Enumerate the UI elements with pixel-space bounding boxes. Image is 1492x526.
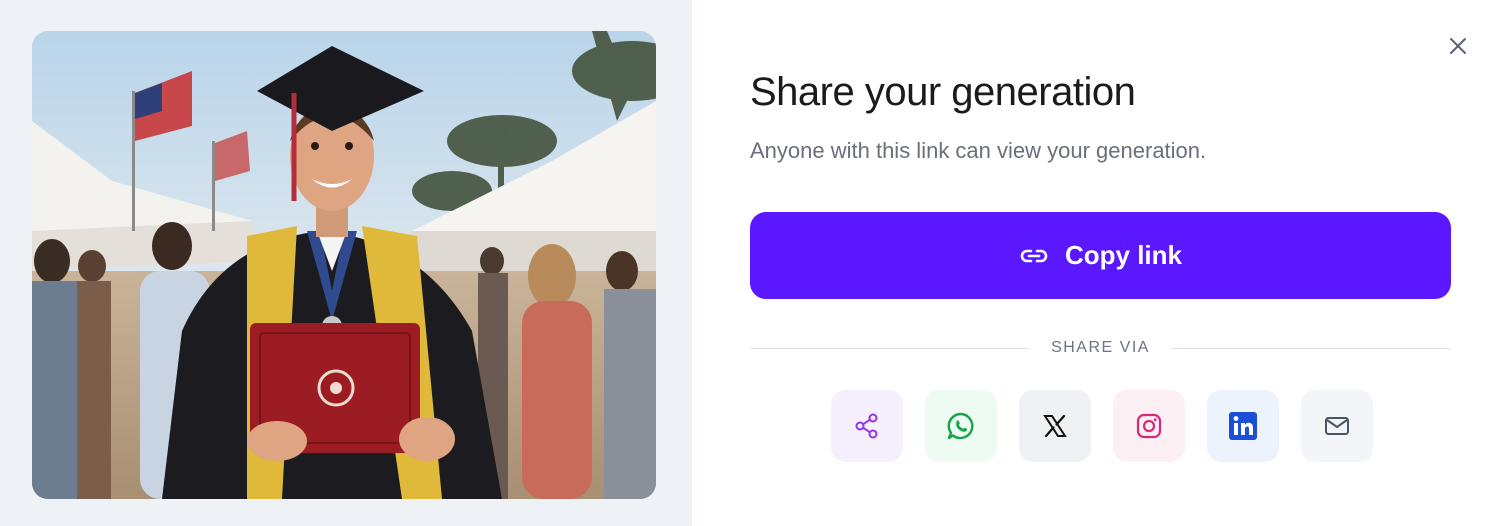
close-button[interactable] <box>1446 34 1470 58</box>
whatsapp-button[interactable] <box>925 390 997 462</box>
share-panel: Share your generation Anyone with this l… <box>692 0 1492 526</box>
mail-icon <box>1325 417 1349 435</box>
copy-link-button[interactable]: Copy link <box>750 212 1451 299</box>
share-via-divider: SHARE VIA <box>750 336 1452 360</box>
link-icon <box>1020 249 1048 262</box>
preview-pane <box>0 0 692 526</box>
instagram-icon <box>1136 413 1162 439</box>
divider-line-right <box>1171 347 1452 349</box>
share-icon <box>855 413 878 439</box>
close-icon <box>1450 38 1466 54</box>
modal-title: Share your generation <box>750 70 1136 114</box>
whatsapp-icon <box>947 412 974 440</box>
linkedin-button[interactable] <box>1207 390 1279 462</box>
share-options <box>831 390 1373 462</box>
share-button[interactable] <box>831 390 903 462</box>
share-via-label: SHARE VIA <box>1051 339 1150 356</box>
x-button[interactable] <box>1019 390 1091 462</box>
copy-link-label: Copy link <box>1064 240 1182 270</box>
modal-subtitle: Anyone with this link can view your gene… <box>750 138 1207 163</box>
divider-line-left <box>750 347 1030 349</box>
generation-image <box>32 31 656 499</box>
linkedin-icon <box>1229 412 1257 440</box>
x-icon <box>1043 414 1067 438</box>
instagram-button[interactable] <box>1113 390 1185 462</box>
share-modal: Share your generation Anyone with this l… <box>0 0 1492 526</box>
email-button[interactable] <box>1301 390 1373 462</box>
